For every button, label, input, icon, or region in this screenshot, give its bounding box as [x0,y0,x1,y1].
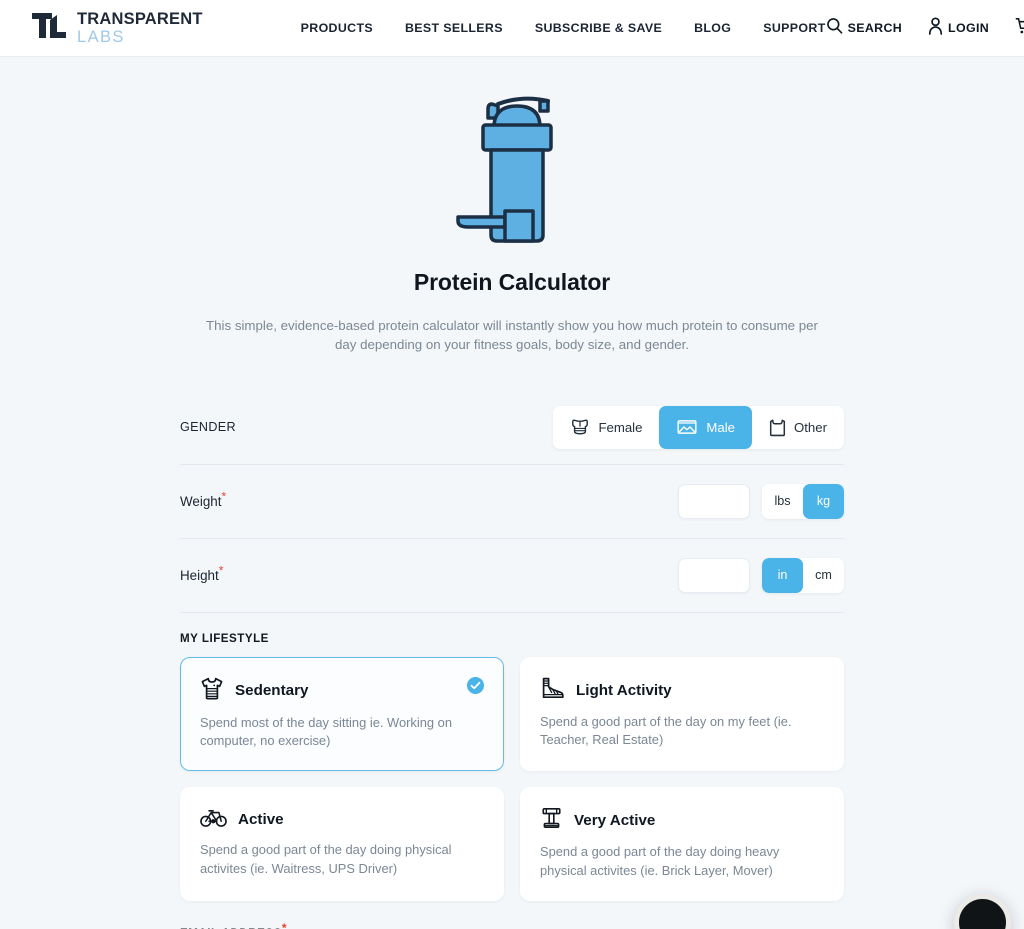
brand-wordmark: TRANSPARENT LABS [77,11,203,45]
lifestyle-desc-light-activity: Spend a good part of the day on my feet … [540,713,792,748]
user-icon [928,16,943,40]
height-unit-cm[interactable]: cm [803,557,844,593]
weight-unit-toggle: lbs kg [762,483,844,519]
weight-input[interactable] [678,483,750,519]
nav-link-subscribe-save[interactable]: SUBSCRIBE & SAVE [535,21,662,35]
nav-link-support[interactable]: SUPPORT [763,21,825,35]
primary-navigation: PRODUCTS BEST SELLERS SUBSCRIBE & SAVE B… [301,21,826,35]
check-circle-icon [467,676,484,694]
shaker-bottle-icon [452,87,572,257]
search-label: SEARCH [847,21,903,35]
hero-section: Protein Calculator This simple, evidence… [0,57,1024,355]
search-button[interactable]: SEARCH [826,17,902,39]
calculator-form: GENDER Female Male Other Weight* lbs kg … [180,355,844,929]
brand-line-2: LABS [77,27,125,46]
brand-line-1: TRANSPARENT [77,10,203,28]
login-label: LOGIN [948,21,990,35]
site-header: TRANSPARENT LABS PRODUCTS BEST SELLERS S… [0,0,1024,57]
lifestyle-card-light-activity[interactable]: Light Activity Spend a good part of the … [520,656,844,772]
chat-bubble-fab[interactable] [954,894,1011,929]
header-utilities: SEARCH LOGIN CART [826,16,1024,40]
lifestyle-card-header: Light Activity [540,676,824,705]
height-unit-in[interactable]: in [762,557,803,593]
gender-option-female[interactable]: Female [553,405,660,449]
brand-logo[interactable]: TRANSPARENT LABS [30,11,203,45]
weight-field-row: Weight* lbs kg [180,465,844,539]
height-input[interactable] [678,557,750,593]
lifestyle-section-label: MY LIFESTYLE [180,631,269,645]
login-button[interactable]: LOGIN [928,16,990,40]
lifestyle-title-very-active: Very Active [574,812,656,830]
tshirt-icon [200,676,224,706]
lifestyle-card-header: Active [200,806,484,833]
nav-link-blog[interactable]: BLOG [694,21,731,35]
lifestyle-card-very-active[interactable]: Very Active Spend a good part of the day… [520,787,844,901]
lifestyle-card-sedentary[interactable]: Sedentary Spend most of the day sitting … [180,656,504,772]
weight-unit-kg[interactable]: kg [803,483,844,519]
weight-label: Weight* [180,489,227,509]
weight-unit-lbs[interactable]: lbs [762,483,803,519]
gender-control: Female Male Other [553,405,844,449]
gender-option-other[interactable]: Other [752,405,844,449]
lifestyle-title-light-activity: Light Activity [576,681,672,699]
lifestyle-card-grid: Sedentary Spend most of the day sitting … [180,656,844,901]
email-required-asterisk: * [281,921,288,929]
sneaker-icon [540,676,565,705]
search-icon [826,17,843,39]
cart-button[interactable]: CART [1015,17,1024,40]
gender-option-male-label: Male [706,419,736,435]
tl-monogram-icon [30,11,68,45]
gender-segmented-control: Female Male Other [553,405,844,449]
cart-icon [1015,17,1024,40]
weight-bench-icon [540,806,563,835]
boxer-shorts-icon [676,418,698,436]
tank-top-icon [769,418,786,437]
page-title: Protein Calculator [413,269,611,295]
weight-control: lbs kg [678,483,844,519]
lifestyle-desc-very-active: Spend a good part of the day doing heavy… [540,844,780,878]
nav-link-products[interactable]: PRODUCTS [301,21,373,35]
gender-option-other-label: Other [794,419,827,435]
height-required-asterisk: * [218,563,224,578]
gender-option-male[interactable]: Male [659,405,753,449]
height-control: in cm [678,557,844,593]
gender-option-female-label: Female [598,419,643,435]
lifestyle-desc-active: Spend a good part of the day doing physi… [200,842,452,876]
lifestyle-card-active[interactable]: Active Spend a good part of the day doin… [180,787,504,901]
lifestyle-title-active: Active [238,811,284,829]
height-unit-toggle: in cm [762,557,844,593]
gender-field-row: GENDER Female Male Other [180,391,844,465]
email-block: EMAIL ADDRESS* [180,901,844,929]
height-label: Height* [180,563,224,583]
gender-label: GENDER [180,420,236,435]
calculator-page: Protein Calculator This simple, evidence… [0,57,1024,929]
nav-link-best-sellers[interactable]: BEST SELLERS [405,21,503,35]
sports-bra-icon [570,418,590,436]
lifestyle-card-header: Sedentary [200,676,484,706]
lifestyle-desc-sedentary: Spend most of the day sitting ie. Workin… [200,714,452,749]
height-field-row: Height* in cm [180,539,844,613]
lifestyle-card-header: Very Active [540,806,824,835]
lifestyle-title-sedentary: Sedentary [235,682,309,700]
bicycle-icon [200,806,227,833]
weight-required-asterisk: * [221,489,227,504]
page-subtitle: This simple, evidence-based protein calc… [206,318,818,352]
